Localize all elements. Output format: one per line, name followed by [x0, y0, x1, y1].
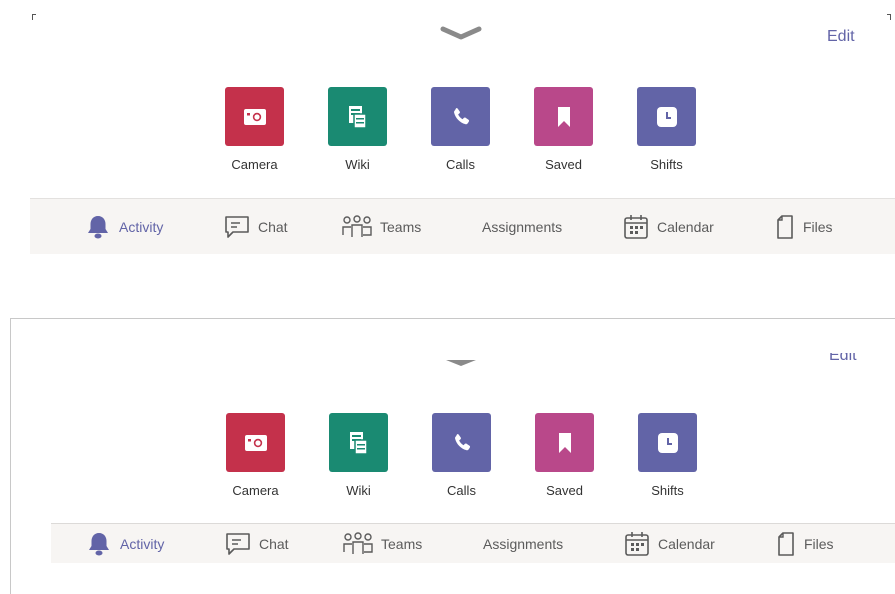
app-saved[interactable]: Saved [512, 87, 615, 172]
tab-files[interactable]: Files [776, 516, 834, 572]
tab-calendar[interactable]: Calendar [623, 199, 714, 255]
app-label: Calls [447, 483, 476, 498]
app-calls[interactable]: Calls [409, 87, 512, 172]
chevron-down-icon[interactable] [445, 358, 477, 368]
edit-button[interactable]: Edit [829, 353, 857, 365]
tab-label: Files [803, 219, 833, 235]
tab-assignments[interactable]: Assignments [483, 516, 563, 572]
calendar-icon [624, 531, 650, 557]
app-wiki[interactable]: Wiki [307, 413, 410, 498]
tab-label: Chat [259, 536, 289, 552]
teams-more-apps-panel-2: Edit Camera Wiki Calls Saved Shifts Acti… [10, 318, 895, 594]
apps-grid: Camera Wiki Calls Saved Shifts [203, 87, 718, 172]
tab-chat[interactable]: Chat [225, 516, 289, 572]
tab-label: Activity [120, 536, 165, 552]
tab-label: Calendar [657, 219, 714, 235]
crop-mark [887, 14, 891, 20]
tab-label: Activity [119, 219, 164, 235]
tab-activity[interactable]: Activity [85, 199, 163, 255]
camera-icon [226, 413, 285, 472]
crop-mark [32, 14, 36, 20]
file-icon [775, 214, 795, 240]
tab-activity[interactable]: Activity [86, 516, 164, 572]
tab-chat[interactable]: Chat [224, 199, 288, 255]
teams-icon [343, 532, 373, 556]
phone-icon [431, 87, 490, 146]
tab-label: Assignments [483, 536, 564, 552]
wiki-icon [329, 413, 388, 472]
bottom-tab-bar: Activity Chat Teams Assignments Calendar [51, 523, 895, 563]
app-label: Calls [446, 157, 475, 172]
bottom-tab-bar: Activity Chat Teams Assignments Calendar [30, 198, 895, 254]
app-label: Wiki [346, 483, 371, 498]
clock-icon [638, 413, 697, 472]
bell-icon [85, 214, 111, 240]
clock-icon [637, 87, 696, 146]
tab-label: Assignments [482, 219, 563, 235]
app-saved[interactable]: Saved [513, 413, 616, 498]
wiki-icon [328, 87, 387, 146]
app-label: Camera [231, 157, 278, 172]
app-label: Camera [232, 483, 279, 498]
app-shifts[interactable]: Shifts [615, 87, 718, 172]
app-wiki[interactable]: Wiki [306, 87, 409, 172]
apps-grid: Camera Wiki Calls Saved Shifts [204, 413, 719, 498]
tab-label: Calendar [658, 536, 715, 552]
app-label: Saved [545, 157, 582, 172]
camera-icon [225, 87, 284, 146]
bookmark-icon [535, 413, 594, 472]
app-shifts[interactable]: Shifts [616, 413, 719, 498]
app-label: Wiki [345, 157, 370, 172]
tab-label: Teams [380, 219, 422, 235]
app-calls[interactable]: Calls [410, 413, 513, 498]
app-camera[interactable]: Camera [204, 413, 307, 498]
tab-label: Chat [258, 219, 288, 235]
teams-more-apps-panel-1: Edit Camera Wiki Calls Saved Shifts Acti… [30, 10, 895, 255]
chevron-down-icon[interactable] [440, 26, 482, 40]
tab-files[interactable]: Files [775, 199, 833, 255]
app-label: Saved [546, 483, 583, 498]
tab-teams[interactable]: Teams [343, 516, 422, 572]
app-label: Shifts [650, 157, 683, 172]
tab-label: Teams [381, 536, 423, 552]
teams-icon [342, 215, 372, 239]
edit-button[interactable]: Edit [827, 28, 855, 46]
calendar-icon [623, 214, 649, 240]
tab-calendar[interactable]: Calendar [624, 516, 715, 572]
tab-assignments[interactable]: Assignments [482, 199, 562, 255]
bookmark-icon [534, 87, 593, 146]
chat-icon [224, 215, 250, 239]
phone-icon [432, 413, 491, 472]
tab-teams[interactable]: Teams [342, 199, 421, 255]
chat-icon [225, 532, 251, 556]
bell-icon [86, 531, 112, 557]
app-label: Shifts [651, 483, 684, 498]
app-camera[interactable]: Camera [203, 87, 306, 172]
file-icon [776, 531, 796, 557]
tab-label: Files [804, 536, 834, 552]
